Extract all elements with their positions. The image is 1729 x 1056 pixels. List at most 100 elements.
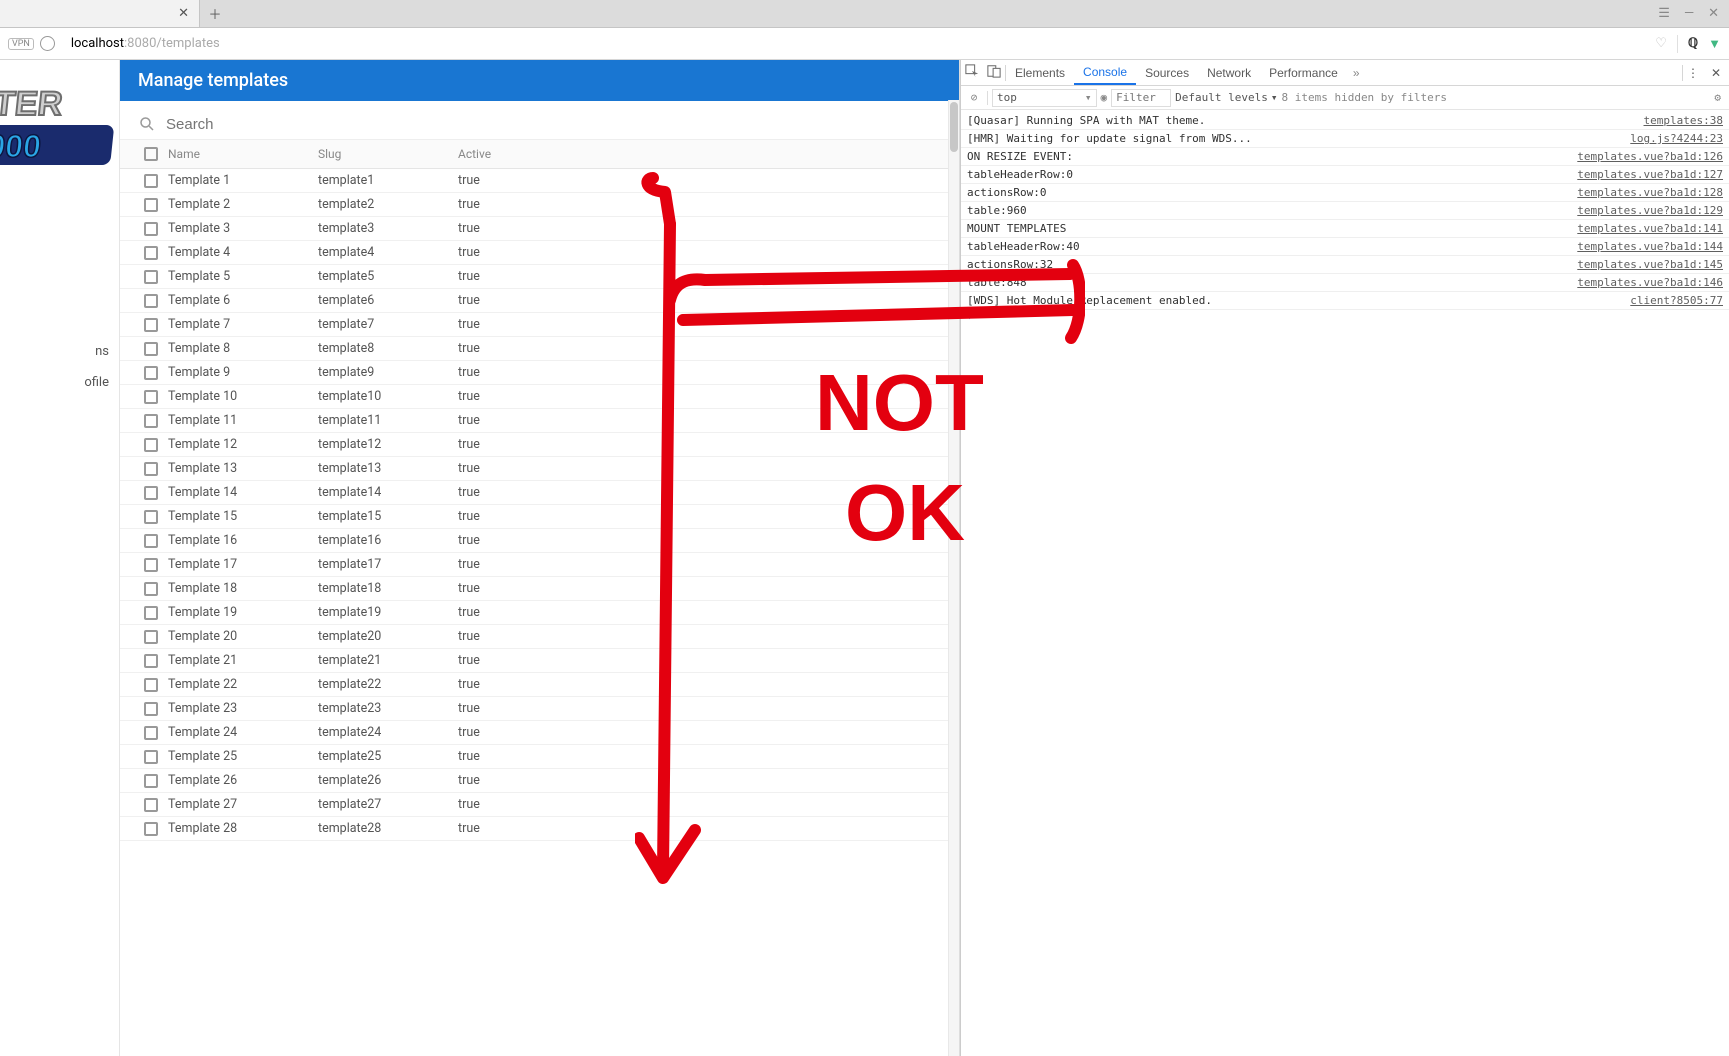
table-row[interactable]: Template 18template18true — [120, 577, 959, 601]
row-checkbox[interactable] — [144, 318, 158, 332]
row-checkbox[interactable] — [144, 798, 158, 812]
devtools-tab-performance[interactable]: Performance — [1260, 60, 1347, 85]
col-name[interactable]: Name — [168, 147, 318, 161]
log-source-link[interactable]: client?8505:77 — [1618, 293, 1723, 308]
log-source-link[interactable]: templates.vue?ba1d:146 — [1565, 275, 1723, 290]
browser-tab[interactable]: ✕ — [0, 0, 200, 27]
table-row[interactable]: Template 16template16true — [120, 529, 959, 553]
row-checkbox[interactable] — [144, 774, 158, 788]
table-row[interactable]: Template 11template11true — [120, 409, 959, 433]
table-row[interactable]: Template 3template3true — [120, 217, 959, 241]
row-checkbox[interactable] — [144, 822, 158, 836]
log-source-link[interactable]: templates.vue?ba1d:128 — [1565, 185, 1723, 200]
vue-devtools-icon[interactable]: ▼ — [1708, 36, 1721, 52]
row-checkbox[interactable] — [144, 438, 158, 452]
row-checkbox[interactable] — [144, 270, 158, 284]
table-row[interactable]: Template 8template8true — [120, 337, 959, 361]
row-checkbox[interactable] — [144, 390, 158, 404]
more-tabs-icon[interactable]: » — [1347, 66, 1366, 80]
log-source-link[interactable]: log.js?4244:23 — [1618, 131, 1723, 146]
devtools-tab-network[interactable]: Network — [1198, 60, 1260, 85]
favorite-icon[interactable]: ♡ — [1655, 36, 1667, 51]
table-row[interactable]: Template 7template7true — [120, 313, 959, 337]
log-source-link[interactable]: templates:38 — [1632, 113, 1723, 128]
table-row[interactable]: Template 20template20true — [120, 625, 959, 649]
table-row[interactable]: Template 23template23true — [120, 697, 959, 721]
table-row[interactable]: Template 9template9true — [120, 361, 959, 385]
table-row[interactable]: Template 5template5true — [120, 265, 959, 289]
row-checkbox[interactable] — [144, 510, 158, 524]
element-picker-icon[interactable] — [961, 64, 983, 81]
row-checkbox[interactable] — [144, 174, 158, 188]
row-checkbox[interactable] — [144, 198, 158, 212]
table-row[interactable]: Template 19template19true — [120, 601, 959, 625]
row-checkbox[interactable] — [144, 630, 158, 644]
minimize-window-icon[interactable]: — — [1684, 6, 1694, 21]
row-checkbox[interactable] — [144, 294, 158, 308]
col-active[interactable]: Active — [458, 147, 538, 161]
log-levels-selector[interactable]: Default levels▾ — [1175, 91, 1277, 104]
table-row[interactable]: Template 24template24true — [120, 721, 959, 745]
table-row[interactable]: Template 28template28true — [120, 817, 959, 841]
row-checkbox[interactable] — [144, 726, 158, 740]
row-checkbox[interactable] — [144, 582, 158, 596]
table-row[interactable]: Template 1template1true — [120, 169, 959, 193]
devtools-tab-console[interactable]: Console — [1074, 60, 1136, 85]
table-row[interactable]: Template 6template6true — [120, 289, 959, 313]
console-log-row[interactable]: [HMR] Waiting for update signal from WDS… — [961, 130, 1729, 148]
devtools-close-icon[interactable]: ✕ — [1703, 66, 1729, 80]
row-checkbox[interactable] — [144, 654, 158, 668]
console-settings-icon[interactable]: ⚙ — [1710, 91, 1725, 104]
console-log-row[interactable]: ON RESIZE EVENT:templates.vue?ba1d:126 — [961, 148, 1729, 166]
table-row[interactable]: Template 2template2true — [120, 193, 959, 217]
table-row[interactable]: Template 10template10true — [120, 385, 959, 409]
search-input[interactable] — [166, 116, 941, 133]
table-row[interactable]: Template 25template25true — [120, 745, 959, 769]
url-display[interactable]: localhost:8080/templates — [71, 36, 220, 51]
close-tab-icon[interactable]: ✕ — [178, 6, 189, 21]
devtools-tab-sources[interactable]: Sources — [1136, 60, 1198, 85]
console-log-row[interactable]: actionsRow:0templates.vue?ba1d:128 — [961, 184, 1729, 202]
devtools-tab-elements[interactable]: Elements — [1006, 60, 1074, 85]
row-checkbox[interactable] — [144, 702, 158, 716]
table-row[interactable]: Template 22template22true — [120, 673, 959, 697]
row-checkbox[interactable] — [144, 558, 158, 572]
table-row[interactable]: Template 4template4true — [120, 241, 959, 265]
row-checkbox[interactable] — [144, 606, 158, 620]
log-source-link[interactable]: templates.vue?ba1d:141 — [1565, 221, 1723, 236]
row-checkbox[interactable] — [144, 414, 158, 428]
table-row[interactable]: Template 14template14true — [120, 481, 959, 505]
log-source-link[interactable]: templates.vue?ba1d:145 — [1565, 257, 1723, 272]
log-source-link[interactable]: templates.vue?ba1d:126 — [1565, 149, 1723, 164]
row-checkbox[interactable] — [144, 462, 158, 476]
table-row[interactable]: Template 12template12true — [120, 433, 959, 457]
table-row[interactable]: Template 27template27true — [120, 793, 959, 817]
row-checkbox[interactable] — [144, 678, 158, 692]
row-checkbox[interactable] — [144, 750, 158, 764]
table-row[interactable]: Template 26template26true — [120, 769, 959, 793]
log-source-link[interactable]: templates.vue?ba1d:129 — [1565, 203, 1723, 218]
clear-console-icon[interactable]: ⊘ — [965, 91, 983, 104]
eye-icon[interactable]: ◉ — [1101, 91, 1108, 104]
row-checkbox[interactable] — [144, 534, 158, 548]
row-checkbox[interactable] — [144, 342, 158, 356]
console-log-row[interactable]: [WDS] Hot Module Replacement enabled.cli… — [961, 292, 1729, 310]
console-filter-input[interactable] — [1111, 89, 1171, 107]
context-selector[interactable]: top ▾ — [992, 89, 1097, 107]
new-tab-button[interactable]: ＋ — [200, 0, 230, 27]
row-checkbox[interactable] — [144, 222, 158, 236]
row-checkbox[interactable] — [144, 486, 158, 500]
sidebar-item-0[interactable]: ns — [0, 336, 119, 367]
console-log-row[interactable]: actionsRow:32templates.vue?ba1d:145 — [961, 256, 1729, 274]
console-log-row[interactable]: table:848templates.vue?ba1d:146 — [961, 274, 1729, 292]
table-row[interactable]: Template 13template13true — [120, 457, 959, 481]
device-toolbar-icon[interactable] — [983, 64, 1005, 81]
row-checkbox[interactable] — [144, 366, 158, 380]
row-checkbox[interactable] — [144, 246, 158, 260]
settings-lines-icon[interactable]: ☰ — [1658, 6, 1670, 21]
table-row[interactable]: Template 17template17true — [120, 553, 959, 577]
console-output[interactable]: [Quasar] Running SPA with MAT theme.temp… — [961, 110, 1729, 1056]
table-row[interactable]: Template 15template15true — [120, 505, 959, 529]
console-log-row[interactable]: tableHeaderRow:0templates.vue?ba1d:127 — [961, 166, 1729, 184]
close-window-icon[interactable]: ✕ — [1708, 6, 1719, 21]
